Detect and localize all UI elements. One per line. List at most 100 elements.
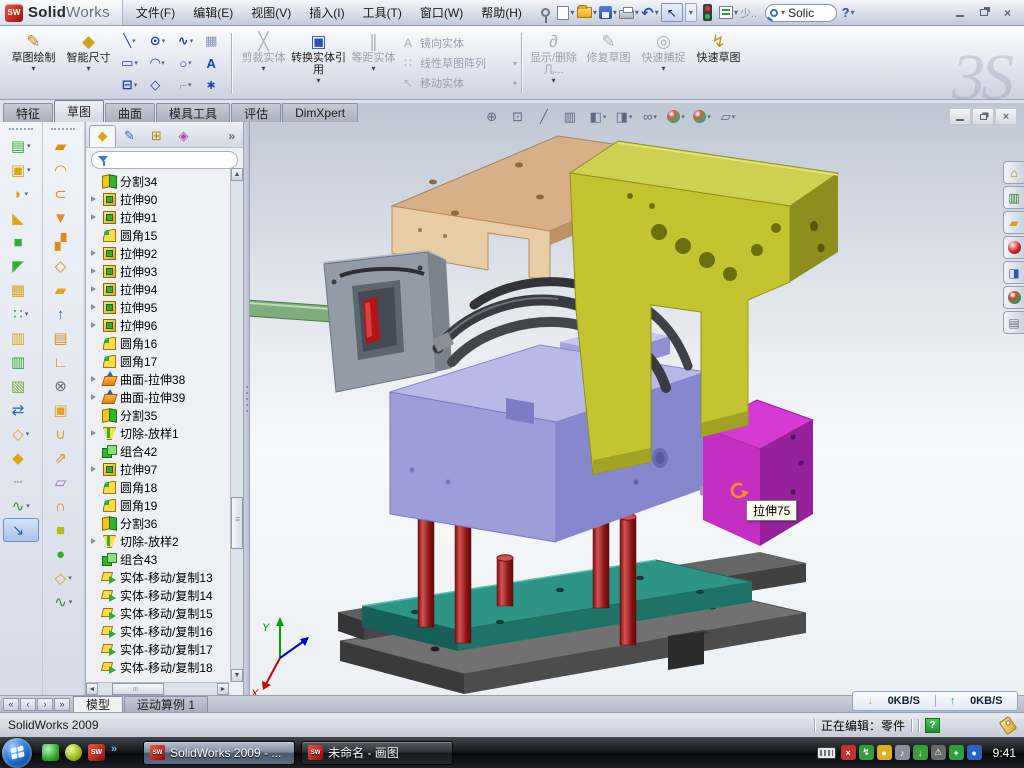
expand-arrow-icon[interactable] (89, 303, 98, 312)
view-tool-button[interactable]: ▥ ▾ (560, 107, 584, 126)
panel-tab[interactable]: ◆ (89, 125, 116, 147)
tree-item[interactable]: 切除-放样1 (88, 424, 229, 442)
toolbar-button[interactable]: ◇ ▾ (3, 422, 39, 446)
menu-item[interactable]: 编辑(E) (184, 0, 242, 25)
toolbar-button[interactable]: ↑ ▾ (45, 302, 81, 326)
tree-item[interactable]: 分割35 (88, 406, 229, 424)
toolbar-button[interactable]: ▦ ▾ (3, 278, 39, 302)
tree-item[interactable]: 组合43 (88, 550, 229, 568)
expand-arrow-icon[interactable] (89, 393, 98, 402)
ribbon-button[interactable]: ∥ 等距实体 ▾ (346, 29, 401, 97)
tree-item[interactable]: 实体-移动/复制14 (88, 586, 229, 604)
document-tab[interactable]: 运动算例 1 (124, 696, 208, 712)
ribbon-button[interactable]: ✎ 修复草图 ▾ (581, 29, 636, 97)
toolbar-button[interactable]: ◣ ▾ (3, 206, 39, 230)
toolbar-button[interactable]: ┄ ▾ (3, 470, 39, 494)
taskbar-task-button[interactable]: SW 未命名 - 画图 (301, 741, 453, 765)
sketch-entity-button[interactable]: ⊙ ▾ (144, 31, 171, 52)
toolbar-button[interactable]: ⇗ ▾ (45, 446, 81, 470)
toolbar-button[interactable]: ▥ ▾ (3, 326, 39, 350)
tree-item[interactable]: 分割36 (88, 514, 229, 532)
toolbar-button[interactable]: ∩ ▾ (45, 494, 81, 518)
tree-item[interactable]: 圆角18 (88, 478, 229, 496)
toolbar-button[interactable]: ∟ ▾ (45, 350, 81, 374)
task-pane-tab[interactable]: ▥ (1003, 186, 1024, 209)
tray-icon[interactable]: ♪ (895, 745, 910, 760)
task-pane-tab[interactable]: ▰ (1003, 211, 1024, 234)
doc-restore-button[interactable] (973, 109, 993, 124)
ribbon-button[interactable]: ▣ 转换实体引用 ▾ (291, 29, 346, 97)
expand-arrow-icon[interactable] (89, 321, 98, 330)
toolbar-button[interactable]: ● ▾ (45, 542, 81, 566)
pin-button[interactable] (537, 3, 555, 23)
sketch-entity-button[interactable]: ∿ ▾ (172, 31, 199, 52)
view-tool-button[interactable]: ⊕ ▾ (482, 107, 506, 126)
document-tab[interactable]: 模型 (73, 696, 123, 712)
toolbar-button[interactable]: ◗ ▾ (3, 182, 39, 206)
tray-icon[interactable]: ↯ (859, 745, 874, 760)
toolbar-button[interactable]: ⊗ ▾ (45, 374, 81, 398)
toolbar-button[interactable]: ▞ ▾ (45, 230, 81, 254)
tree-item[interactable]: 实体-移动/复制13 (88, 568, 229, 586)
tree-item[interactable]: 实体-移动/复制16 (88, 622, 229, 640)
tree-filter-input[interactable] (91, 151, 238, 169)
panel-tab[interactable]: ✎ (116, 125, 143, 147)
tab-nav-button[interactable]: › (37, 698, 53, 711)
ribbon-button[interactable]: ∂ 显示/删除几... ▾ (526, 29, 581, 97)
select-button[interactable]: ↖ (661, 3, 683, 22)
ribbon-button[interactable]: ✎ 草图绘制 ▾ (6, 29, 61, 97)
menu-item[interactable]: 插入(I) (300, 0, 353, 25)
scroll-left-button[interactable]: ◄ (86, 683, 98, 695)
minimize-button[interactable] (949, 4, 970, 21)
toolbar-button[interactable]: ▤ ▾ (45, 326, 81, 350)
panel-tab[interactable]: ⊞ (143, 125, 170, 147)
ribbon-stacked-button[interactable]: A 镜向实体 ▾ (401, 35, 517, 51)
close-button[interactable]: × (997, 4, 1018, 21)
sketch-entity-button[interactable]: ∗ ▾ (200, 75, 227, 96)
toolbar-button[interactable]: ▰ ▾ (45, 278, 81, 302)
tree-item[interactable]: 拉伸94 (88, 280, 229, 298)
tray-icon[interactable]: + (949, 745, 964, 760)
undo-button[interactable]: ↶▾ (641, 3, 659, 23)
expand-arrow-icon[interactable] (89, 249, 98, 258)
panel-more-button[interactable]: » (228, 129, 240, 147)
tag-icon[interactable] (999, 715, 1017, 734)
expand-arrow-icon[interactable] (89, 213, 98, 222)
tray-icon[interactable]: ↓ (913, 745, 928, 760)
sketch-entity-button[interactable]: ▭ ▾ (116, 53, 143, 74)
toolbar-button[interactable]: ▼ ▾ (45, 206, 81, 230)
tray-icon[interactable]: ● (877, 745, 892, 760)
toolbar-button[interactable]: ∿ ▾ (45, 590, 81, 614)
toolbar-button[interactable]: ▧ ▾ (3, 374, 39, 398)
sketch-entity-button[interactable]: ▦ ▾ (200, 31, 227, 52)
view-tool-button[interactable]: ◨ ▾ (612, 107, 636, 126)
toolbar-button[interactable]: ⊂ ▾ (45, 182, 81, 206)
scrollbar-thumb[interactable] (112, 683, 164, 695)
menu-item[interactable]: 文件(F) (127, 0, 184, 25)
toolbar-button[interactable]: ▱ ▾ (45, 470, 81, 494)
ribbon-button[interactable]: ↯ 快速草图 ▾ (691, 29, 746, 97)
messenger-icon[interactable] (42, 744, 59, 761)
view-tool-button[interactable]: ▾ (664, 107, 688, 126)
menu-item[interactable]: 工具(T) (354, 0, 411, 25)
command-tab[interactable]: 特征 (3, 103, 53, 122)
tree-item[interactable]: 圆角16 (88, 334, 229, 352)
command-tab[interactable]: 草图 (54, 100, 104, 122)
tree-item[interactable]: 曲面-拉伸39 (88, 388, 229, 406)
print-button[interactable]: ▾ (619, 3, 639, 23)
tab-nav-button[interactable]: « (3, 698, 19, 711)
tree-item[interactable]: 曲面-拉伸38 (88, 370, 229, 388)
sketch-entity-button[interactable]: ⌐ ▾ (172, 75, 199, 96)
tree-item[interactable]: 实体-移动/复制15 (88, 604, 229, 622)
toolbar-button[interactable]: ∪ ▾ (45, 422, 81, 446)
tree-item[interactable]: 拉伸95 (88, 298, 229, 316)
task-pane-tab[interactable] (1003, 236, 1024, 259)
toolbar-button[interactable]: ◇ ▾ (45, 254, 81, 278)
task-pane-tab[interactable] (1003, 286, 1024, 309)
command-tab[interactable]: 评估 (231, 103, 281, 122)
task-pane-tab[interactable]: ▤ (1003, 311, 1024, 334)
toolbar-button[interactable]: ◠ ▾ (45, 158, 81, 182)
view-tool-button[interactable]: ◧ ▾ (586, 107, 610, 126)
expand-arrow-icon[interactable] (89, 285, 98, 294)
sketch-entity-button[interactable]: ◇ ▾ (144, 75, 171, 96)
